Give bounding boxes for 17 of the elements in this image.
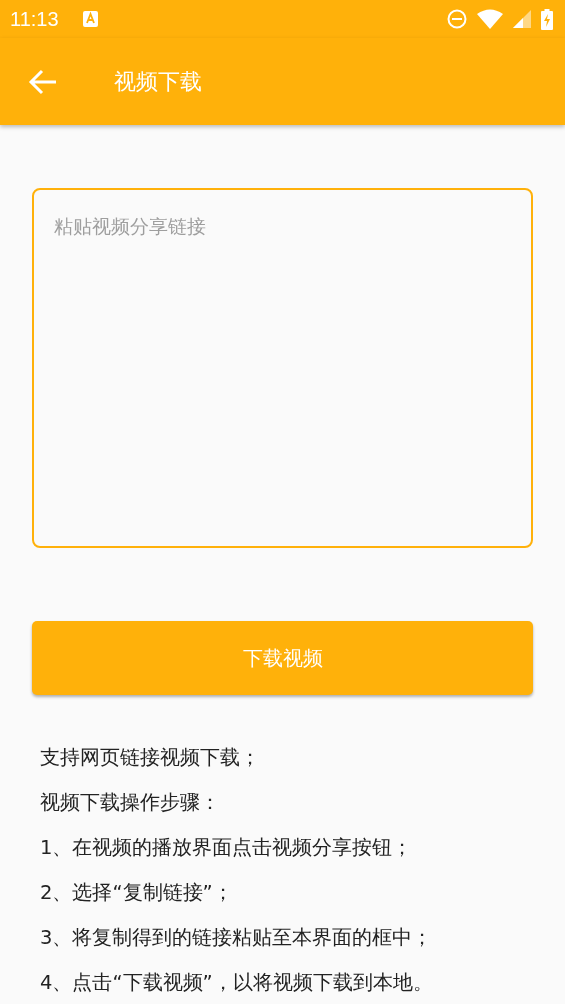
wifi-icon <box>477 9 503 29</box>
link-input-field[interactable]: 粘贴视频分享链接 <box>32 188 533 548</box>
do-not-disturb-icon <box>447 9 467 29</box>
notification-icon <box>82 11 98 27</box>
back-button[interactable] <box>28 68 58 95</box>
back-arrow-icon <box>28 68 58 95</box>
instruction-text: 3、将复制得到的链接粘贴至本界面的框中； <box>40 925 434 951</box>
battery-charging-icon <box>541 8 553 30</box>
signal-icon <box>513 10 531 28</box>
download-button[interactable]: 下载视频 <box>32 621 533 695</box>
screen-title: 视频下载 <box>114 67 202 96</box>
status-time: 11:13 <box>10 7 59 31</box>
instruction-text: 支持网页链接视频下载； <box>40 745 261 771</box>
instruction-text: 视频下载操作步骤： <box>40 790 221 816</box>
instruction-text: 1、在视频的播放界面点击视频分享按钮； <box>40 835 414 861</box>
instruction-text: 2、选择“复制链接”； <box>40 880 234 906</box>
instruction-text: 4、点击“下载视频”，以将视频下载到本地。 <box>40 970 434 996</box>
